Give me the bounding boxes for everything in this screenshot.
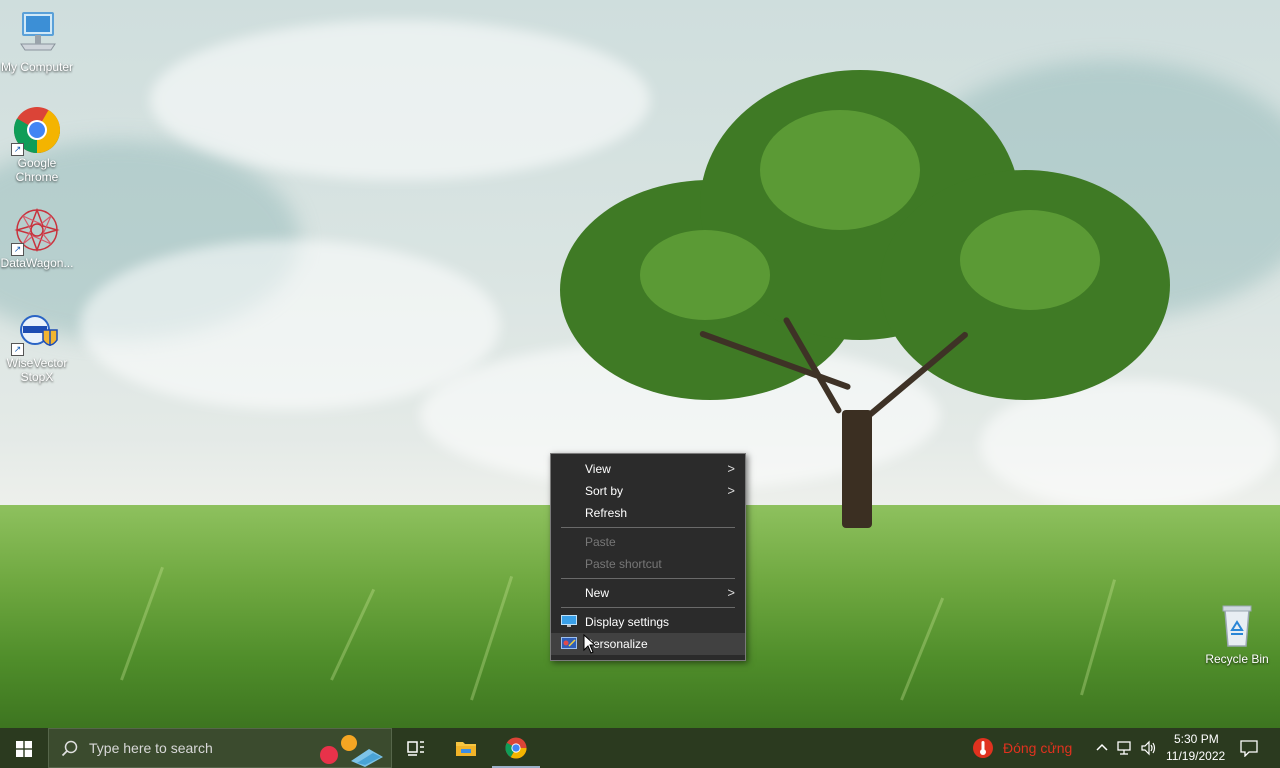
desktop-icon-label: Recycle Bin [1205, 652, 1269, 666]
thermometer-icon [973, 738, 993, 758]
cloud [80, 240, 500, 410]
menu-item-personalize[interactable]: Personalize [551, 633, 745, 655]
taskbar: Type here to search Đóng cửng 5:30 PM 11… [0, 728, 1280, 768]
menu-item-label: New [585, 586, 610, 600]
network-button[interactable] [1114, 728, 1136, 768]
desktop-icon-datawagon[interactable]: ↗ DataWagon... [0, 206, 74, 270]
chevron-up-icon [1096, 743, 1108, 751]
menu-item-new[interactable]: New > [551, 582, 745, 604]
windows-logo-icon [16, 741, 32, 757]
search-placeholder: Type here to search [89, 740, 213, 756]
network-icon [1117, 741, 1131, 755]
menu-separator [561, 527, 735, 528]
chrome-icon [505, 737, 527, 759]
clock-time: 5:30 PM [1174, 732, 1219, 746]
notification-center-button[interactable] [1230, 728, 1270, 768]
shortcut-arrow-icon: ↗ [11, 143, 24, 156]
task-view-button[interactable] [392, 728, 440, 768]
weather-label: Đóng cửng [1003, 740, 1073, 756]
menu-item-label: Paste [585, 535, 616, 549]
shortcut-arrow-icon: ↗ [11, 343, 24, 356]
shortcut-arrow-icon: ↗ [11, 243, 24, 256]
weather-widget[interactable]: Đóng cửng [966, 728, 1078, 768]
mouse-cursor-icon [583, 634, 595, 654]
chevron-right-icon: > [727, 585, 735, 600]
menu-separator [561, 578, 735, 579]
desktop-icon-wisevector-stopx[interactable]: ↗ WiseVector StopX [0, 306, 74, 384]
show-hidden-icons-button[interactable] [1092, 728, 1112, 768]
file-explorer-button[interactable] [442, 728, 490, 768]
chevron-right-icon: > [727, 461, 735, 476]
wisevector-icon: ↗ [11, 306, 61, 356]
datawagon-icon: ↗ [11, 206, 61, 256]
taskbar-search-box[interactable]: Type here to search [48, 728, 392, 768]
tree-trunk [842, 410, 872, 528]
desktop-icon-label: WiseVector StopX [6, 356, 68, 384]
chrome-taskbar-button[interactable] [492, 728, 540, 768]
search-highlight-icon [320, 735, 383, 767]
desktop-icon-label: DataWagon... [0, 256, 74, 270]
desktop-icon-my-computer[interactable]: My Computer [0, 10, 74, 74]
menu-item-label: Sort by [585, 484, 624, 498]
desktop-icon-google-chrome[interactable]: ↗ Google Chrome [0, 106, 74, 184]
computer-icon [13, 10, 61, 58]
task-view-icon [407, 741, 424, 756]
volume-button[interactable] [1138, 728, 1160, 768]
tree-canopy [760, 110, 920, 230]
desktop-icon-label: My Computer [0, 60, 74, 74]
tree-canopy [640, 230, 770, 320]
menu-item-view[interactable]: View > [551, 458, 745, 480]
desktop-context-menu: View > Sort by > Refresh Paste Paste sho… [550, 453, 746, 661]
menu-item-sort-by[interactable]: Sort by > [551, 480, 745, 502]
recycle-bin-icon [1213, 602, 1261, 650]
menu-item-paste: Paste [551, 531, 745, 553]
clock-date: 11/19/2022 [1166, 749, 1226, 763]
menu-item-label: Paste shortcut [585, 557, 662, 571]
display-icon [561, 615, 577, 627]
menu-item-display-settings[interactable]: Display settings [551, 611, 745, 633]
menu-item-label: Refresh [585, 506, 628, 520]
chrome-icon: ↗ [11, 106, 61, 156]
desktop-icon-label: Google Chrome [15, 156, 59, 184]
notification-icon [1240, 740, 1258, 757]
file-explorer-icon [456, 742, 476, 756]
menu-item-refresh[interactable]: Refresh [551, 502, 745, 524]
menu-item-label: View [585, 462, 611, 476]
tree-canopy [960, 210, 1100, 310]
start-button[interactable] [0, 728, 48, 768]
personalize-icon [561, 637, 577, 649]
chevron-right-icon: > [727, 483, 735, 498]
desktop-icon-recycle-bin[interactable]: Recycle Bin [1200, 602, 1274, 666]
search-icon [61, 740, 78, 757]
cloud [150, 20, 650, 180]
speaker-icon [1141, 740, 1156, 756]
clock[interactable]: 5:30 PM 11/19/2022 [1162, 728, 1228, 768]
menu-item-label: Display settings [585, 615, 670, 629]
menu-separator [561, 607, 735, 608]
menu-item-paste-shortcut: Paste shortcut [551, 553, 745, 575]
